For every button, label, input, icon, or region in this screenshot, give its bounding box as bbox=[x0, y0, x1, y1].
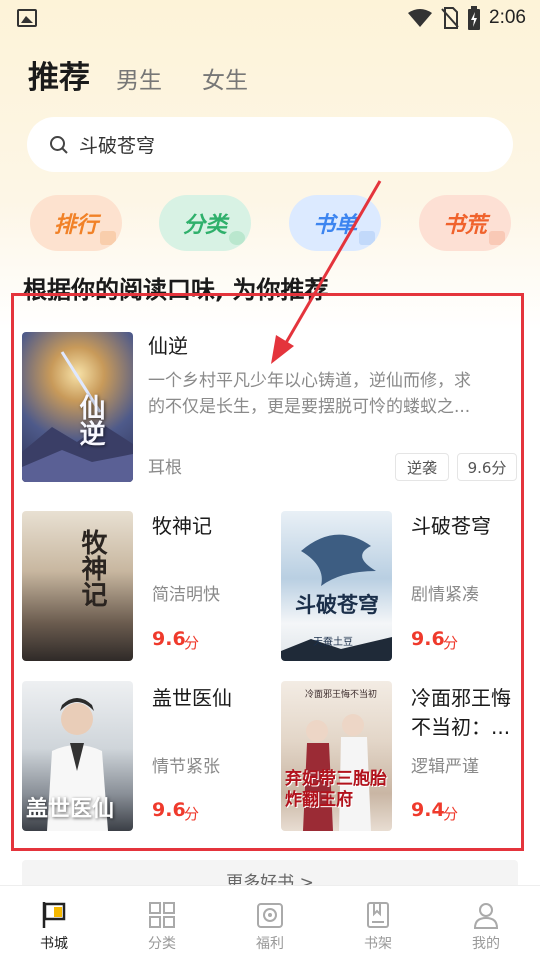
booklist-label: 书单 bbox=[312, 213, 357, 238]
nav-bookshelf[interactable]: 书架 bbox=[324, 886, 432, 960]
nav-mine-label: 我的 bbox=[472, 936, 500, 952]
nav-bookshelf-label: 书架 bbox=[364, 936, 392, 952]
book-shortage-button[interactable]: 书荒 bbox=[419, 195, 511, 251]
nav-bookstore-label: 书城 bbox=[40, 936, 68, 952]
book-icon bbox=[367, 902, 389, 928]
search-bar[interactable]: 斗破苍穹 bbox=[27, 117, 513, 172]
category-button[interactable]: 分类 bbox=[159, 195, 251, 251]
category-deco-icon bbox=[229, 231, 245, 245]
gallery-notification-icon bbox=[17, 9, 37, 27]
grid-icon bbox=[149, 902, 175, 928]
nav-welfare[interactable]: 福利 bbox=[216, 886, 324, 960]
book-shortage-label: 书荒 bbox=[442, 213, 487, 238]
flag-icon bbox=[42, 902, 66, 928]
highlight-box bbox=[11, 293, 524, 851]
gift-icon bbox=[257, 903, 283, 928]
tab-female[interactable]: 女生 bbox=[202, 61, 248, 95]
nav-mine[interactable]: 我的 bbox=[432, 886, 540, 960]
battery-icon bbox=[468, 6, 481, 30]
book-shortage-deco-icon bbox=[489, 231, 505, 245]
nav-category-label: 分类 bbox=[148, 936, 176, 952]
nav-bookstore[interactable]: 书城 bbox=[0, 886, 108, 960]
ranking-deco-icon bbox=[100, 231, 116, 245]
search-input[interactable]: 斗破苍穹 bbox=[79, 131, 155, 158]
header-tabs: 推荐 男生 女生 bbox=[28, 52, 248, 97]
no-sim-icon bbox=[441, 7, 459, 29]
category-label: 分类 bbox=[182, 213, 227, 238]
booklist-button[interactable]: 书单 bbox=[289, 195, 381, 251]
ranking-button[interactable]: 排行 bbox=[30, 195, 122, 251]
bottom-nav: 书城 分类 福利 书架 我的 bbox=[0, 885, 540, 960]
booklist-deco-icon bbox=[359, 231, 375, 245]
status-bar: 2:06 bbox=[0, 0, 540, 36]
person-icon bbox=[473, 903, 499, 929]
search-icon bbox=[50, 135, 68, 154]
nav-welfare-label: 福利 bbox=[256, 936, 284, 952]
status-time: 2:06 bbox=[489, 7, 526, 28]
tab-male[interactable]: 男生 bbox=[116, 61, 162, 95]
wifi-icon bbox=[408, 9, 433, 27]
nav-category[interactable]: 分类 bbox=[108, 886, 216, 960]
ranking-label: 排行 bbox=[53, 213, 98, 238]
tab-recommend[interactable]: 推荐 bbox=[28, 52, 90, 97]
